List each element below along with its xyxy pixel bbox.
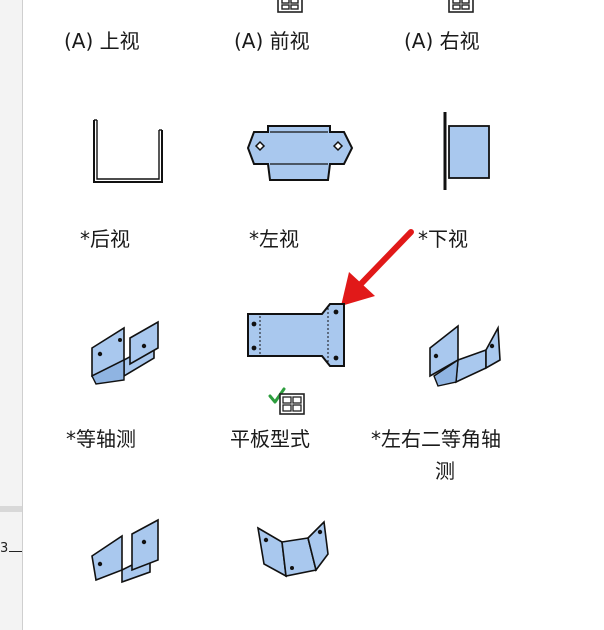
isometric-view-thumbnail[interactable]	[84, 318, 170, 388]
bottom-view-thumbnail[interactable]	[440, 110, 496, 194]
dimetric-view-thumbnail[interactable]	[422, 320, 506, 390]
view-label-bottom[interactable]: *下视	[418, 226, 468, 252]
ruler-label: 3	[0, 541, 9, 556]
flat-pattern-thumbnail[interactable]	[244, 302, 354, 370]
view-grid-icon	[275, 0, 311, 20]
view-label-flat-pattern[interactable]: 平板型式	[230, 426, 310, 452]
panel-separator	[0, 506, 22, 512]
view-label-front[interactable]: (A) 前视	[234, 28, 310, 54]
left-view-thumbnail[interactable]	[246, 122, 356, 184]
view-label-isometric[interactable]: *等轴测	[66, 426, 136, 452]
view-label-right[interactable]: (A) 右视	[404, 28, 480, 54]
view-label-dimetric-cont[interactable]: 测	[435, 458, 455, 484]
user-view-thumbnail[interactable]	[252, 518, 336, 586]
view-label-top[interactable]: (A) 上视	[64, 28, 140, 54]
active-view-check-icon	[268, 386, 305, 415]
trimetric-view-thumbnail[interactable]	[86, 516, 166, 586]
pointer-arrow-icon	[335, 226, 417, 314]
view-label-left[interactable]: *左视	[249, 226, 299, 252]
back-view-thumbnail[interactable]	[88, 118, 168, 188]
view-grid-icon	[446, 0, 482, 20]
ruler-tick	[9, 551, 22, 552]
view-label-back[interactable]: *后视	[80, 226, 130, 252]
view-palette: 3 (A) 上视 (A) 前视 (A) 右视 *后视 *左视 *下视 *等轴测 …	[0, 0, 604, 630]
view-label-dimetric[interactable]: *左右二等角轴	[371, 426, 501, 452]
left-panel-edge: 3	[0, 0, 23, 630]
